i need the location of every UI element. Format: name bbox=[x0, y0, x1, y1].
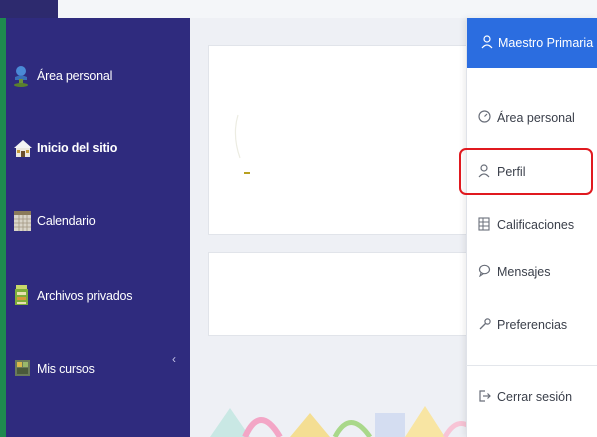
person-pin-icon bbox=[12, 63, 34, 89]
grades-icon bbox=[476, 216, 492, 234]
menu-item-calificaciones[interactable]: Calificaciones bbox=[476, 210, 574, 240]
sidebar-item-archivos[interactable]: Archivos privados bbox=[12, 280, 132, 312]
menu-item-area-personal[interactable]: Área personal bbox=[476, 103, 575, 133]
sidebar-item-inicio[interactable]: Inicio del sitio bbox=[12, 132, 117, 164]
dashboard-icon bbox=[476, 110, 492, 126]
menu-item-label: Área personal bbox=[497, 111, 575, 125]
collapse-chevron-icon[interactable]: ‹ bbox=[172, 352, 176, 366]
loading-indicator bbox=[234, 114, 250, 174]
menu-item-label: Cerrar sesión bbox=[497, 390, 573, 404]
menu-item-label: Mensajes bbox=[497, 265, 551, 279]
content-card bbox=[208, 252, 480, 336]
user-icon bbox=[481, 34, 493, 52]
menu-item-label: Preferencias bbox=[497, 318, 568, 332]
sidebar-item-label: Área personal bbox=[37, 69, 113, 83]
courses-icon bbox=[12, 356, 34, 382]
sidebar-item-label: Calendario bbox=[37, 214, 96, 228]
sidebar-item-label: Archivos privados bbox=[37, 289, 133, 303]
menu-item-mensajes[interactable]: Mensajes bbox=[476, 257, 551, 287]
sidebar-item-mis-cursos[interactable]: Mis cursos bbox=[12, 353, 95, 385]
sidebar-item-label: Mis cursos bbox=[37, 362, 95, 376]
highlight-box bbox=[459, 148, 593, 195]
sidebar-item-area-personal[interactable]: Área personal bbox=[12, 60, 112, 92]
top-bar bbox=[0, 0, 597, 18]
home-icon bbox=[12, 135, 34, 161]
user-menu-header[interactable]: Maestro Primaria bbox=[467, 18, 597, 68]
top-left-logo-area bbox=[0, 0, 58, 18]
menu-item-cerrar-sesion[interactable]: Cerrar sesión bbox=[476, 382, 572, 412]
sidebar-item-calendario[interactable]: Calendario bbox=[12, 205, 96, 237]
sidebar-item-label: Inicio del sitio bbox=[37, 141, 118, 155]
username: Maestro Primaria bbox=[498, 36, 594, 50]
menu-item-preferencias[interactable]: Preferencias bbox=[476, 310, 567, 340]
menu-item-label: Calificaciones bbox=[497, 218, 575, 232]
chat-icon bbox=[476, 264, 492, 280]
menu-divider bbox=[466, 365, 597, 366]
logout-icon bbox=[476, 389, 492, 406]
wrench-icon bbox=[476, 317, 492, 334]
calendar-icon bbox=[12, 208, 34, 234]
folder-icon bbox=[12, 283, 34, 309]
